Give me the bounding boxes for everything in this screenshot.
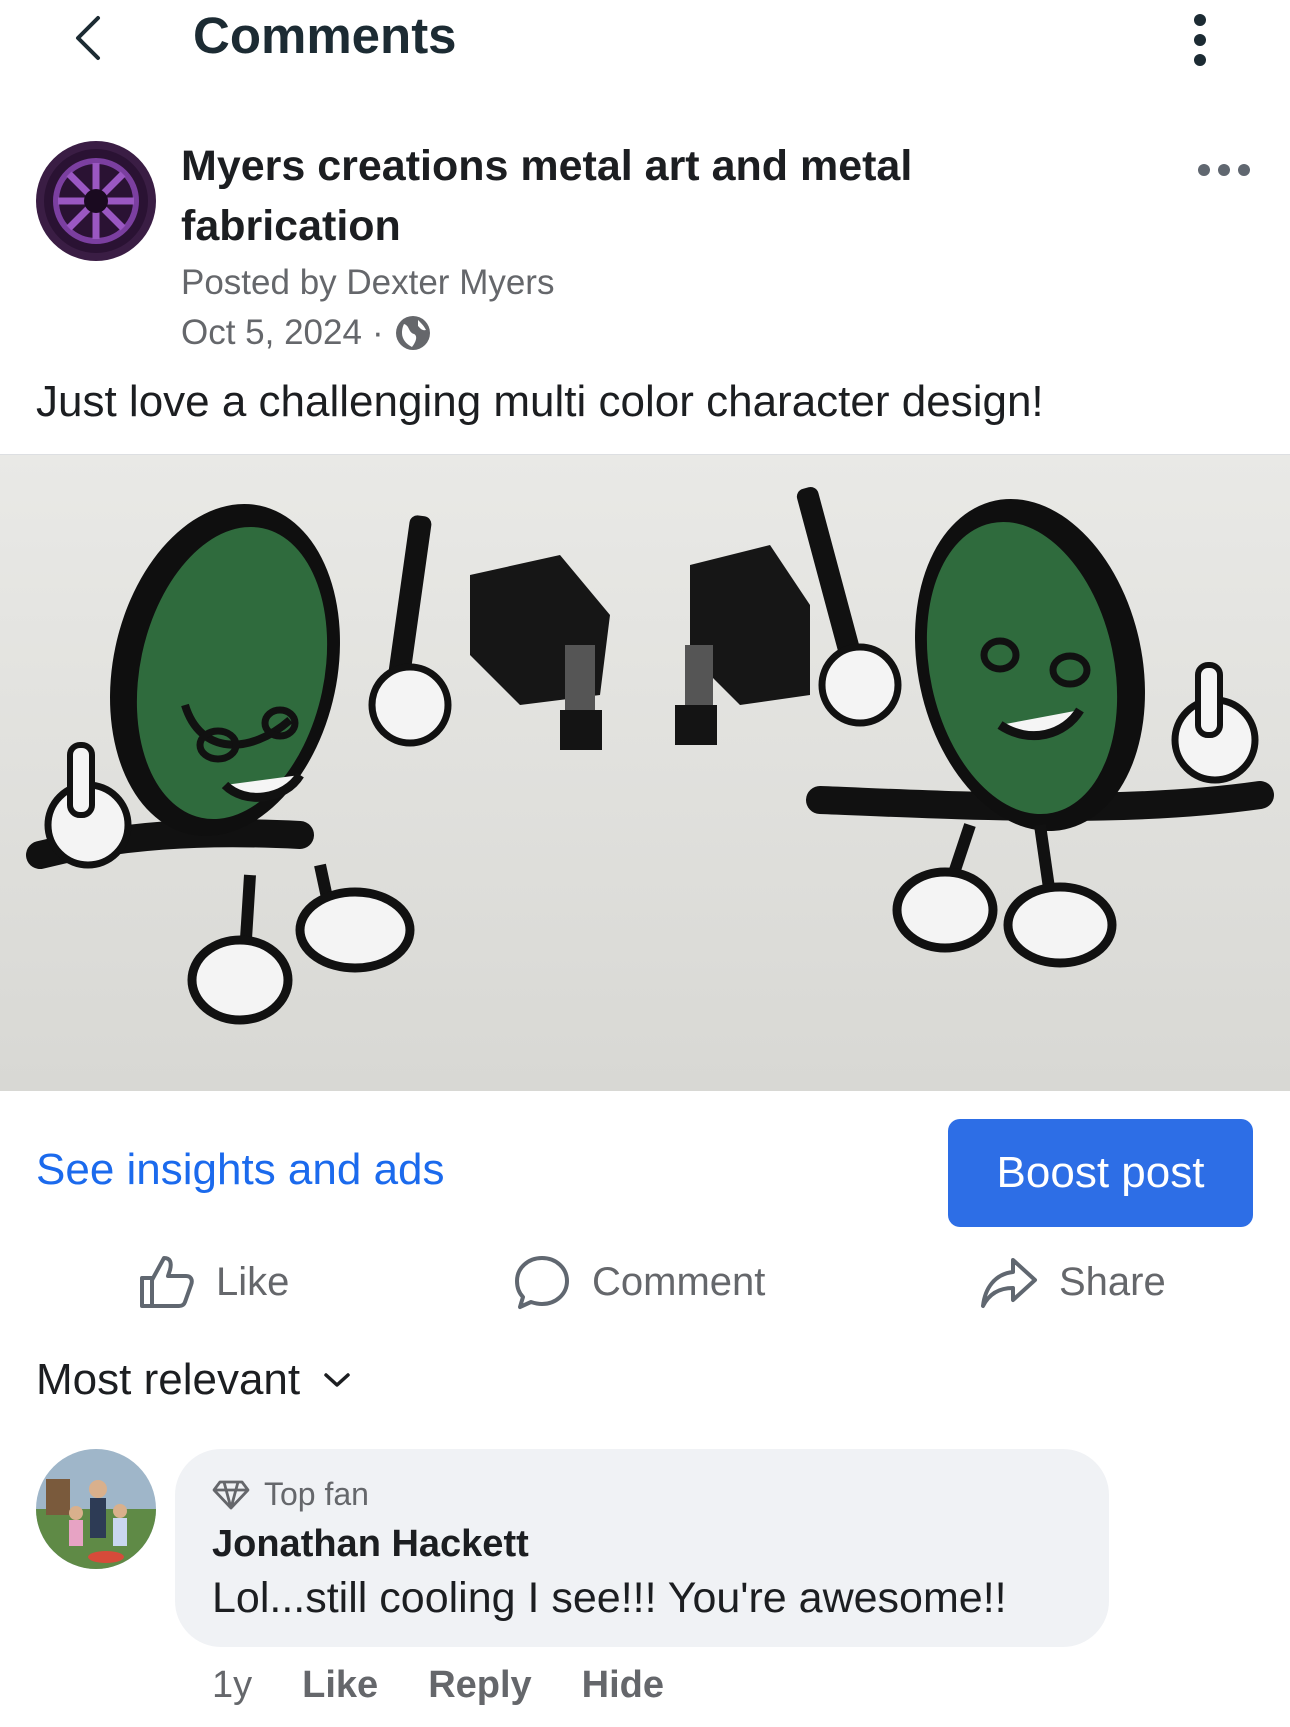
post-text: Just love a challenging multi color char… xyxy=(36,377,1044,426)
comment-button[interactable]: Comment xyxy=(512,1250,765,1314)
page-avatar[interactable] xyxy=(36,141,156,261)
post-date-row: Oct 5, 2024 · xyxy=(181,313,432,353)
commenter-avatar[interactable] xyxy=(36,1449,156,1569)
chevron-down-icon xyxy=(324,1373,350,1387)
post-date[interactable]: Oct 5, 2024 xyxy=(181,313,362,353)
like-button[interactable]: Like xyxy=(136,1250,289,1314)
post-options-button[interactable] xyxy=(1196,156,1252,184)
page-name[interactable]: Myers creations metal art and metal fabr… xyxy=(181,136,1021,256)
family-photo-image xyxy=(36,1449,156,1569)
vertical-dots-icon xyxy=(1194,14,1206,66)
chevron-left-icon xyxy=(76,16,100,60)
posted-by: Posted by Dexter Myers xyxy=(181,263,555,302)
post-photo[interactable] xyxy=(0,454,1290,1091)
share-label: Share xyxy=(1059,1259,1166,1304)
comment-label: Comment xyxy=(592,1259,766,1304)
horizontal-dots-icon xyxy=(1198,164,1250,176)
top-fan-badge: Top fan xyxy=(212,1476,369,1513)
share-arrow-icon xyxy=(981,1258,1037,1308)
wheel-image xyxy=(36,141,156,261)
back-button[interactable] xyxy=(62,6,122,66)
globe-icon xyxy=(395,316,430,350)
comment-reply-button[interactable]: Reply xyxy=(428,1664,531,1707)
sort-label: Most relevant xyxy=(36,1355,301,1404)
badge-label: Top fan xyxy=(264,1476,369,1512)
comment-author[interactable]: Jonathan Hackett xyxy=(212,1523,529,1566)
character-plates-image xyxy=(0,455,1290,1091)
separator: · xyxy=(371,313,384,352)
see-insights-link[interactable]: See insights and ads xyxy=(36,1145,445,1195)
comment-text: Lol...still cooling I see!!! You're awes… xyxy=(212,1574,1007,1622)
comment-hide-button[interactable]: Hide xyxy=(582,1664,664,1707)
comment-meta: 1y Like Reply Hide xyxy=(212,1664,664,1707)
thumbs-up-icon xyxy=(140,1256,194,1308)
share-button[interactable]: Share xyxy=(979,1250,1166,1314)
diamond-icon xyxy=(212,1480,250,1509)
more-options-button[interactable] xyxy=(1180,8,1220,72)
comment-sort-dropdown[interactable]: Most relevant xyxy=(36,1355,352,1405)
comment-like-button[interactable]: Like xyxy=(302,1664,378,1707)
boost-post-button[interactable]: Boost post xyxy=(948,1119,1253,1227)
like-label: Like xyxy=(216,1259,290,1304)
comment-age: 1y xyxy=(212,1664,253,1706)
comment-bubble-icon xyxy=(515,1256,569,1309)
page-title: Comments xyxy=(193,7,457,64)
